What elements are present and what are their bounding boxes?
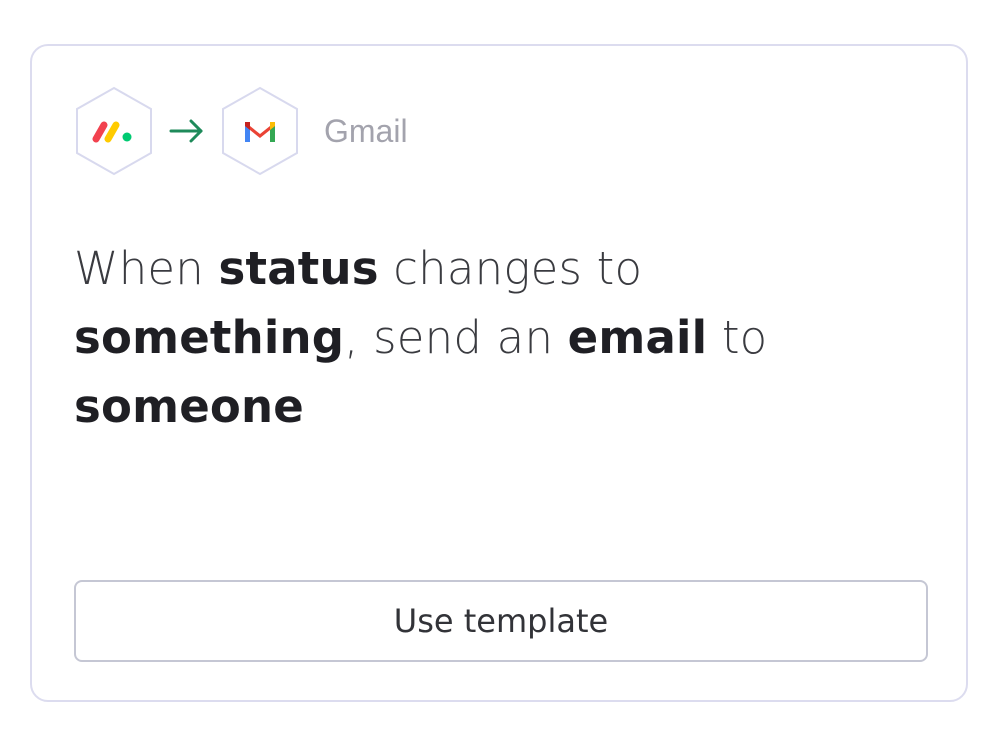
recipe-field-someone: someone <box>74 380 304 433</box>
recipe-field-email: email <box>567 311 708 364</box>
arrow-right-icon <box>154 116 220 146</box>
automation-recipe-sentence: When status changes to something, send a… <box>74 234 934 441</box>
automation-template-card: Gmail When status changes to something, … <box>30 44 968 702</box>
recipe-text: , send an <box>344 311 568 364</box>
use-template-button[interactable]: Use template <box>74 580 928 662</box>
recipe-text: changes to <box>378 242 643 295</box>
recipe-text: to <box>707 311 768 364</box>
recipe-field-something: something <box>74 311 345 364</box>
monday-logo-icon <box>74 86 154 176</box>
service-name: Gmail <box>324 112 408 149</box>
gmail-icon <box>220 86 300 176</box>
recipe-text: When <box>74 242 219 295</box>
recipe-field-status: status <box>218 242 379 295</box>
integration-header: Gmail <box>74 86 408 176</box>
